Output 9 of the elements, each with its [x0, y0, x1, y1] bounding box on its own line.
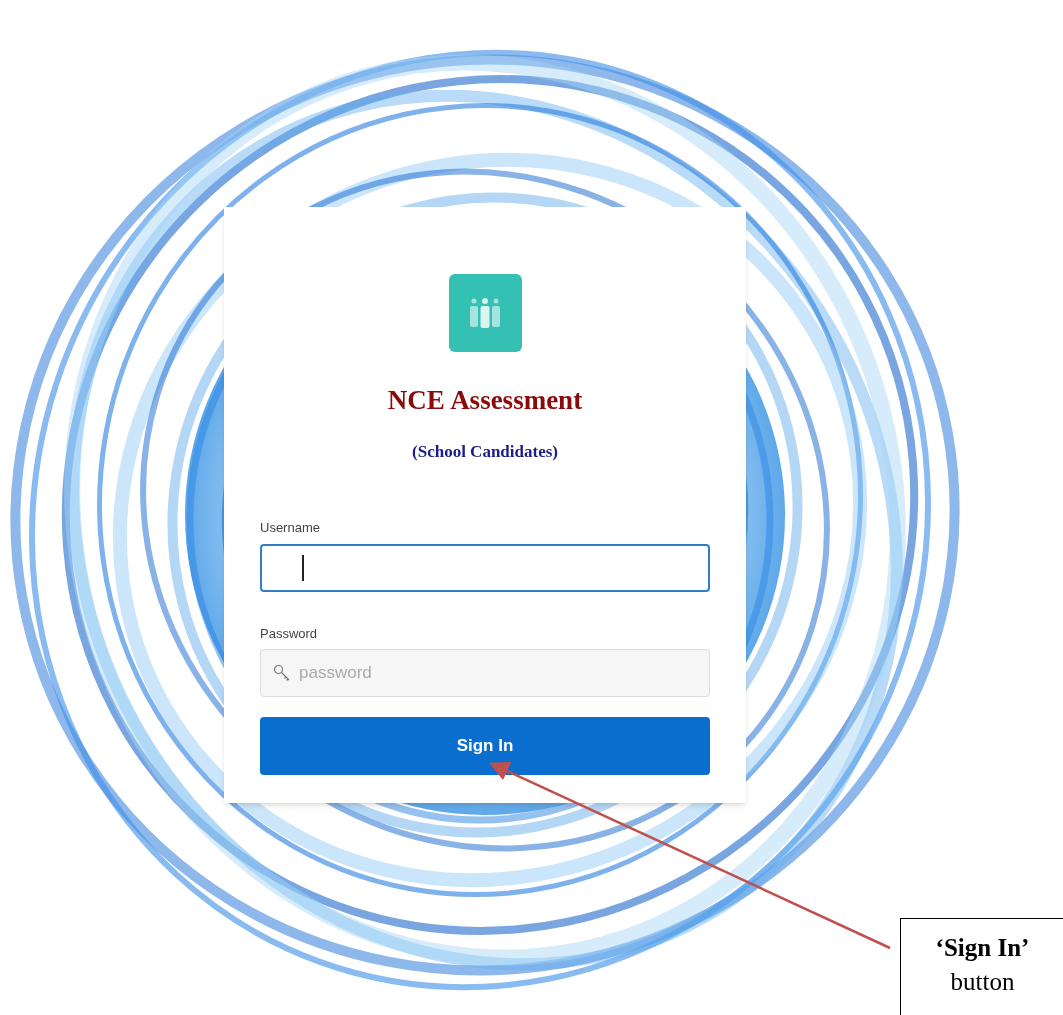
callout-text: ‘Sign In’ button — [934, 933, 1031, 997]
key-icon — [273, 664, 291, 682]
app-subtitle: (School Candidates) — [412, 440, 558, 463]
password-label: Password — [260, 624, 319, 643]
username-field[interactable] — [260, 543, 710, 592]
app-title: NCE Assessment — [387, 384, 583, 417]
people-logo-icon — [448, 274, 522, 352]
username-label: Username — [260, 519, 321, 537]
sign-in-button[interactable]: Sign In — [260, 717, 710, 775]
